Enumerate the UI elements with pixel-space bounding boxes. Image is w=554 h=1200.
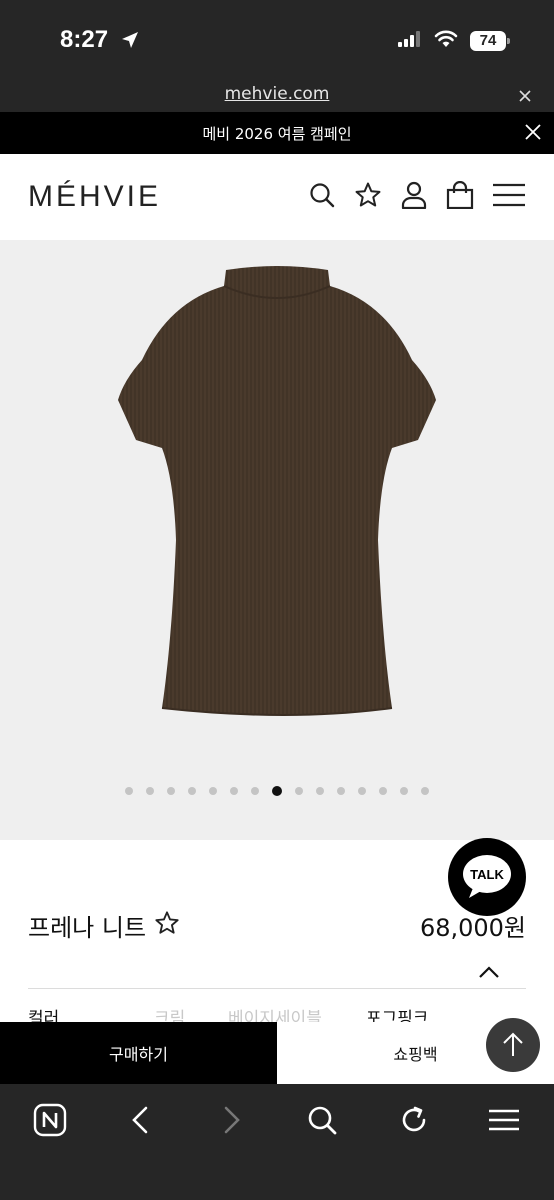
product-name: 프레나 니트 <box>28 914 147 942</box>
pagination-dot[interactable] <box>421 787 429 795</box>
arrow-up-icon <box>503 1032 523 1056</box>
location-arrow-icon <box>120 30 140 54</box>
kakao-talk-button[interactable]: TALK <box>448 838 526 916</box>
signal-icon <box>398 31 422 51</box>
promo-banner: 메비 2026 여름 캠페인 <box>0 112 554 154</box>
menu-icon[interactable] <box>492 180 526 210</box>
browser-url-bar: mehvie.com <box>0 80 554 112</box>
pagination-dot[interactable] <box>379 787 387 795</box>
menu-icon[interactable] <box>484 1100 524 1140</box>
chevron-up-icon[interactable] <box>478 964 500 983</box>
wishlist-star-icon[interactable] <box>154 910 180 940</box>
back-icon[interactable] <box>120 1100 160 1140</box>
gallery-pagination <box>0 786 554 796</box>
shopping-bag-icon[interactable] <box>446 180 474 210</box>
user-icon[interactable] <box>400 180 428 210</box>
pagination-dot[interactable] <box>316 787 324 795</box>
scroll-to-top-button[interactable] <box>486 1018 540 1072</box>
pagination-dot[interactable] <box>209 787 217 795</box>
pagination-dot[interactable] <box>125 787 133 795</box>
pagination-dot[interactable] <box>337 787 345 795</box>
color-options: 컬러 크림 베이지세이블 포그핑크 <box>0 1002 554 1024</box>
product-price: 68,000원 <box>419 914 526 942</box>
status-bar: 8:27 74 <box>0 0 554 80</box>
browser-toolbar <box>0 1084 554 1200</box>
forward-icon <box>212 1100 252 1140</box>
pagination-dot[interactable] <box>230 787 238 795</box>
product-image <box>118 266 436 716</box>
color-option[interactable]: 크림 <box>154 1004 185 1024</box>
pagination-dot[interactable] <box>295 787 303 795</box>
site-header: MÉHVIE <box>0 154 554 240</box>
pagination-dot[interactable] <box>146 787 154 795</box>
status-time: 8:27 <box>60 26 109 53</box>
chat-label: TALK <box>470 867 504 882</box>
buy-now-button[interactable]: 구매하기 <box>0 1022 277 1084</box>
chat-bubble-icon: TALK <box>463 855 511 898</box>
brand-logo[interactable]: MÉHVIE <box>28 180 161 214</box>
close-icon[interactable] <box>518 88 532 107</box>
pagination-dot[interactable] <box>167 787 175 795</box>
close-icon[interactable] <box>524 123 542 145</box>
url-text[interactable]: mehvie.com <box>0 84 554 104</box>
color-option[interactable]: 베이지세이블 <box>228 1004 322 1024</box>
naver-home-icon[interactable] <box>30 1100 70 1140</box>
wifi-icon <box>434 30 458 52</box>
reload-icon[interactable] <box>394 1100 434 1140</box>
promo-text[interactable]: 메비 2026 여름 캠페인 <box>0 123 554 144</box>
search-icon[interactable] <box>302 1100 342 1140</box>
header-actions <box>308 180 526 210</box>
pagination-dot[interactable] <box>251 787 259 795</box>
pagination-dot[interactable] <box>188 787 196 795</box>
color-label: 컬러 <box>28 1009 60 1024</box>
status-indicators: 74 <box>398 30 510 52</box>
pagination-dot[interactable] <box>358 787 366 795</box>
star-icon[interactable] <box>354 180 382 210</box>
search-icon[interactable] <box>308 180 336 210</box>
divider <box>28 988 526 989</box>
pagination-dot[interactable] <box>400 787 408 795</box>
pagination-dot-active[interactable] <box>272 786 282 796</box>
product-image-gallery[interactable] <box>0 240 554 840</box>
color-option-selected[interactable]: 포그핑크 <box>366 1004 429 1024</box>
battery-icon: 74 <box>470 31 510 51</box>
